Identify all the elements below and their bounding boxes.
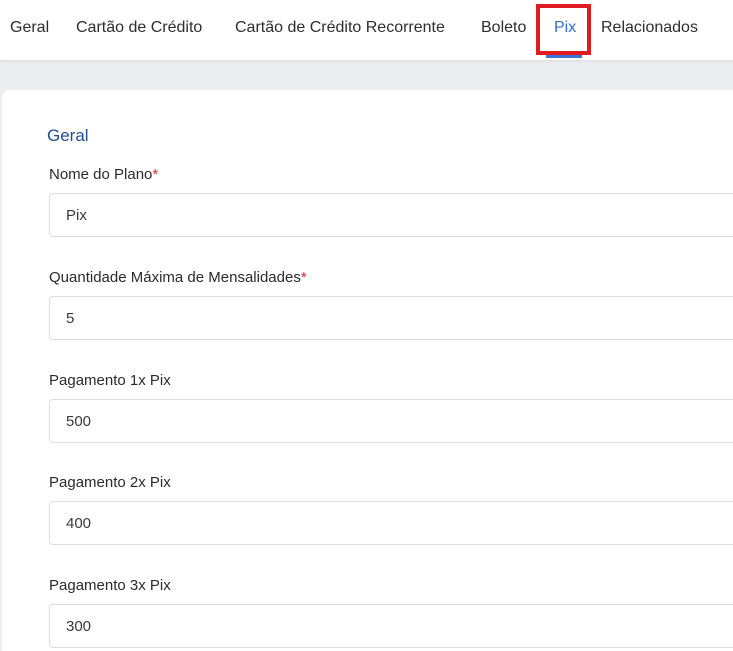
required-marker: *	[152, 166, 159, 183]
pagamento-3x-pix-input[interactable]	[49, 604, 733, 648]
pagamento-1x-pix-input[interactable]	[49, 399, 733, 443]
label-pagamento-3x-pix: Pagamento 3x Pix	[49, 577, 171, 594]
label-text: Quantidade Máxima de Mensalidades	[49, 269, 301, 286]
label-quantidade-maxima-de-mensalidades: Quantidade Máxima de Mensalidades*	[49, 269, 307, 286]
label-text: Pagamento 3x Pix	[49, 577, 171, 594]
label-pagamento-1x-pix: Pagamento 1x Pix	[49, 372, 171, 389]
pagamento-2x-pix-input[interactable]	[49, 501, 733, 545]
label-text: Nome do Plano	[49, 166, 153, 183]
label-text: Pagamento 2x Pix	[49, 474, 171, 491]
nome-do-plano-input[interactable]	[49, 193, 733, 237]
label-pagamento-2x-pix: Pagamento 2x Pix	[49, 474, 171, 491]
tab-geral[interactable]: Geral	[10, 0, 49, 58]
quantidade-maxima-de-mensalidades-input[interactable]	[49, 296, 733, 340]
section-title: Geral	[47, 126, 89, 145]
active-tab-indicator	[546, 54, 582, 58]
tab-boleto[interactable]: Boleto	[481, 0, 526, 58]
tab-bar: Geral Cartão de Crédito Cartão de Crédit…	[0, 0, 733, 60]
tab-cartao-de-credito[interactable]: Cartão de Crédito	[76, 0, 202, 58]
label-nome-do-plano: Nome do Plano*	[49, 166, 158, 183]
required-marker: *	[300, 269, 307, 286]
label-text: Pagamento 1x Pix	[49, 372, 171, 389]
tab-pix[interactable]: Pix	[554, 0, 576, 58]
tab-relacionados[interactable]: Relacionados	[601, 0, 698, 58]
tab-cartao-de-credito-recorrente[interactable]: Cartão de Crédito Recorrente	[235, 0, 445, 58]
